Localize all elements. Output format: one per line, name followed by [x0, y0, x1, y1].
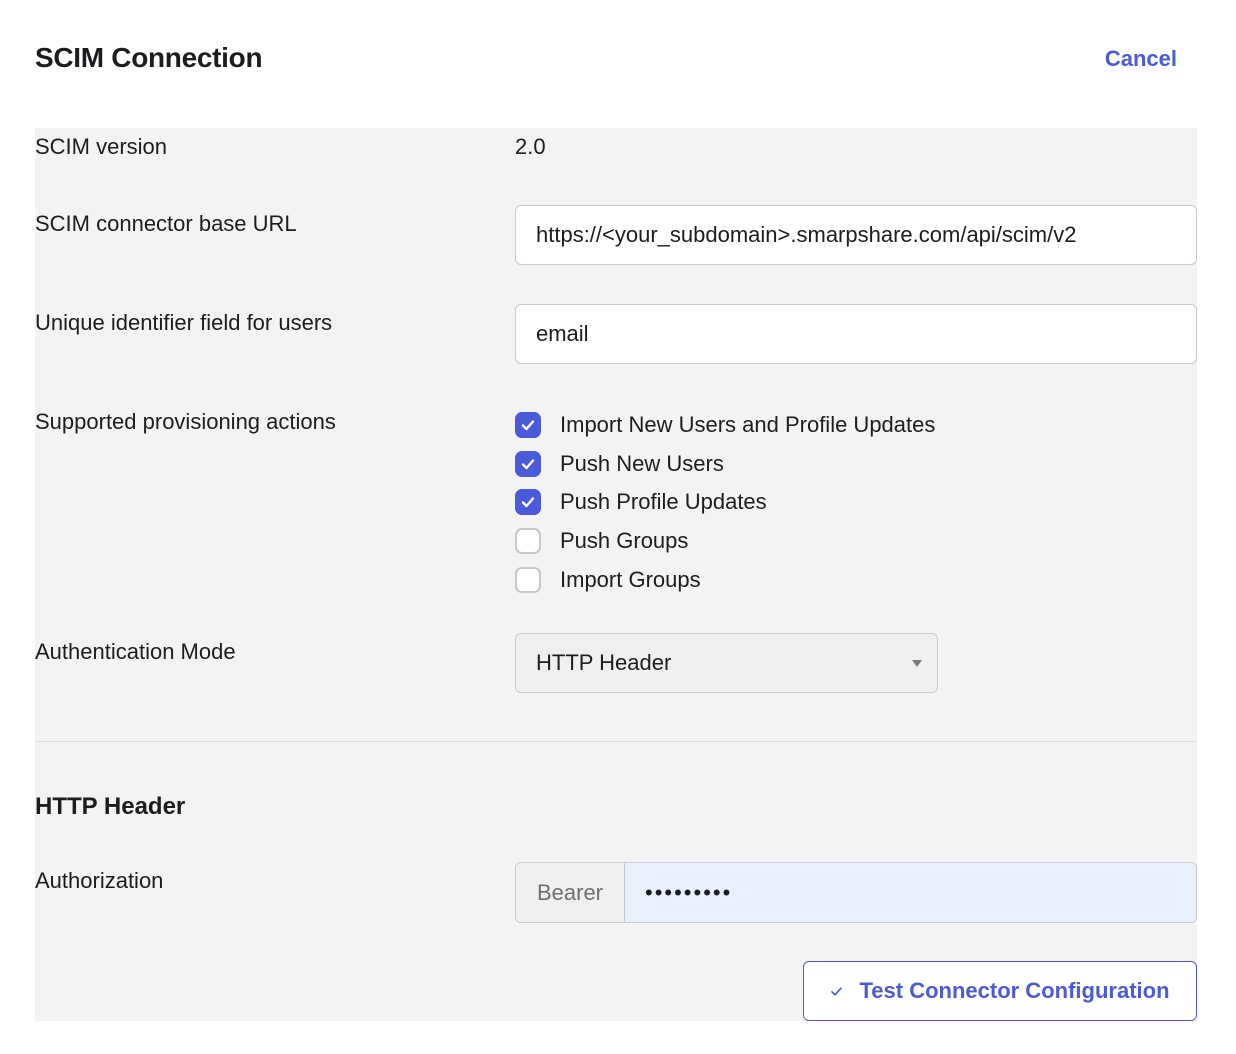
- scim-version-value: 2.0: [515, 134, 546, 159]
- provisioning-option-push-groups[interactable]: Push Groups: [515, 522, 935, 561]
- auth-mode-select[interactable]: HTTP Header: [515, 633, 938, 693]
- base-url-label: SCIM connector base URL: [35, 211, 297, 236]
- unique-id-input[interactable]: email: [515, 304, 1197, 364]
- http-header-section-title: HTTP Header: [35, 793, 186, 820]
- provisioning-option-push-profile-updates[interactable]: Push Profile Updates: [515, 483, 935, 522]
- provisioning-actions-label: Supported provisioning actions: [35, 409, 336, 434]
- auth-mode-label: Authentication Mode: [35, 639, 236, 664]
- checkbox-label: Import New Users and Profile Updates: [560, 412, 936, 438]
- checkbox[interactable]: [515, 528, 541, 555]
- check-icon: [831, 986, 843, 996]
- provisioning-option-import-users[interactable]: Import New Users and Profile Updates: [515, 406, 935, 445]
- checkbox[interactable]: [515, 489, 541, 516]
- test-connector-button[interactable]: Test Connector Configuration: [803, 961, 1197, 1021]
- checkbox-label: Push Profile Updates: [560, 489, 767, 515]
- bearer-prefix: Bearer: [516, 863, 625, 922]
- scim-settings-panel: SCIM version 2.0 SCIM connector base URL…: [35, 128, 1197, 1021]
- caret-down-icon: [912, 660, 922, 667]
- auth-mode-selected: HTTP Header: [536, 650, 672, 675]
- section-divider: [35, 741, 1197, 742]
- provisioning-option-push-new-users[interactable]: Push New Users: [515, 445, 935, 484]
- scim-version-label: SCIM version: [35, 134, 168, 159]
- checkbox[interactable]: [515, 412, 541, 439]
- authorization-label: Authorization: [35, 868, 164, 893]
- checkbox-label: Push Groups: [560, 528, 689, 554]
- provisioning-option-import-groups[interactable]: Import Groups: [515, 560, 935, 599]
- checkbox[interactable]: [515, 566, 541, 593]
- authorization-token-input[interactable]: •••••••••: [625, 863, 1196, 922]
- check-icon: [521, 497, 535, 508]
- unique-id-label: Unique identifier field for users: [35, 310, 333, 335]
- base-url-input[interactable]: https://<your_subdomain>.smarpshare.com/…: [515, 205, 1197, 265]
- provisioning-options: Import New Users and Profile Updates Pus…: [515, 406, 935, 599]
- check-icon: [521, 459, 535, 470]
- page-title: SCIM Connection: [35, 42, 263, 73]
- checkbox-label: Push New Users: [560, 450, 724, 476]
- check-icon: [521, 420, 535, 431]
- authorization-field: Bearer •••••••••: [515, 862, 1197, 923]
- cancel-button[interactable]: Cancel: [1105, 46, 1177, 72]
- checkbox[interactable]: [515, 450, 541, 477]
- checkbox-label: Import Groups: [560, 566, 701, 592]
- test-connector-label: Test Connector Configuration: [859, 978, 1170, 1003]
